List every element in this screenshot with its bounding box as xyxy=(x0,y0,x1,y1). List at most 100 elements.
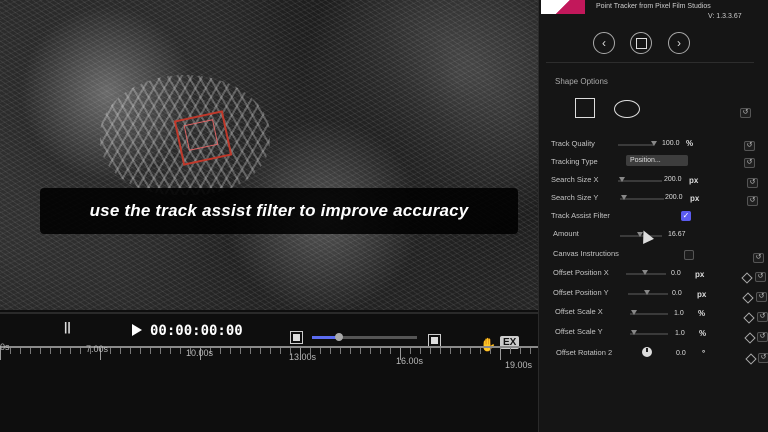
ruler-tick xyxy=(250,348,251,354)
search-size-x-knob[interactable] xyxy=(619,177,625,182)
search-size-x-unit: px xyxy=(689,176,699,185)
ruler-tick xyxy=(150,348,151,354)
amount-value[interactable]: 16.67 xyxy=(668,231,686,238)
section-title: Shape Options xyxy=(555,77,608,86)
reset-icon[interactable]: ↺ xyxy=(740,108,751,118)
ruler-tick xyxy=(160,348,161,354)
play-icon[interactable] xyxy=(132,324,142,336)
ruler-tick xyxy=(460,348,461,354)
ruler-tick xyxy=(500,348,501,360)
ruler-tick xyxy=(470,348,471,354)
track-quality-unit: % xyxy=(686,139,694,148)
ruler-tick xyxy=(390,348,391,354)
offset-position-y-knob[interactable] xyxy=(644,290,650,295)
offset-position-x-value[interactable]: 0.0 xyxy=(671,270,681,277)
offset-rotation-2-unit: ° xyxy=(702,349,706,358)
offset-scale-x-value[interactable]: 1.0 xyxy=(674,310,684,317)
reset-icon[interactable]: ↺ xyxy=(758,353,768,363)
rectangle-shape-button[interactable] xyxy=(575,98,595,118)
ruler-tick xyxy=(430,348,431,354)
reset-icon[interactable]: ↺ xyxy=(755,272,766,282)
track-quality-slider[interactable] xyxy=(618,144,654,146)
reset-icon[interactable]: ↺ xyxy=(747,196,758,206)
stop-button[interactable] xyxy=(630,32,652,54)
reset-icon[interactable]: ↺ xyxy=(744,141,755,151)
search-size-y-knob[interactable] xyxy=(621,195,627,200)
ruler-label: 0s xyxy=(0,342,10,352)
ruler-tick xyxy=(170,348,171,354)
offset-rotation-dial[interactable] xyxy=(642,347,652,357)
offset-position-y-value[interactable]: 0.0 xyxy=(672,290,682,297)
ruler-tick xyxy=(10,348,11,354)
tracking-type-label: Tracking Type xyxy=(551,157,598,166)
time-ruler[interactable]: 0s 7.00s 10.00s 13.00s 16.00s 19.00s xyxy=(0,342,538,432)
next-button[interactable]: › xyxy=(668,32,690,54)
canvas-instructions-checkbox[interactable] xyxy=(684,250,694,260)
ruler-label: 16.00s xyxy=(396,356,424,366)
panel-divider xyxy=(546,62,754,63)
ruler-tick xyxy=(130,348,131,354)
ruler-tick xyxy=(350,348,351,354)
chevron-right-icon: › xyxy=(677,36,681,50)
ruler-tick xyxy=(340,348,341,354)
reset-icon[interactable]: ↺ xyxy=(756,292,767,302)
search-size-x-value[interactable]: 200.0 xyxy=(664,176,682,183)
ruler-tick xyxy=(220,348,221,354)
offset-scale-y-value[interactable]: 1.0 xyxy=(675,330,685,337)
timecode: 00:00:00:00 xyxy=(150,323,243,339)
video-viewer[interactable] xyxy=(0,0,538,310)
ruler-tick xyxy=(20,348,21,354)
zoom-out-button[interactable] xyxy=(290,331,303,344)
offset-position-x-unit: px xyxy=(695,270,705,279)
ruler-tick xyxy=(420,348,421,354)
track-assist-filter-checkbox[interactable]: ✓ xyxy=(681,211,691,221)
search-size-x-label: Search Size X xyxy=(551,175,599,184)
offset-scale-y-unit: % xyxy=(699,329,707,338)
ruler-label: 13.00s xyxy=(289,352,317,362)
offset-scale-y-label: Offset Scale Y xyxy=(555,327,603,336)
ruler-tick xyxy=(30,348,31,354)
reset-icon[interactable]: ↺ xyxy=(757,312,768,322)
reset-icon[interactable]: ↺ xyxy=(757,332,768,342)
ruler-tick xyxy=(270,348,271,354)
ruler-tick xyxy=(240,348,241,354)
offset-rotation-2-label: Offset Rotation 2 xyxy=(556,348,613,357)
ruler-tick xyxy=(440,348,441,354)
amount-label: Amount xyxy=(553,229,579,238)
tracking-type-dropdown[interactable]: Position... xyxy=(626,155,688,166)
ruler-label: 7.00s xyxy=(86,344,109,354)
ruler-tick xyxy=(510,348,511,354)
product-title: Point Tracker from Pixel Film Studios xyxy=(596,3,711,10)
offset-position-y-unit: px xyxy=(697,290,707,299)
ruler-tick xyxy=(480,348,481,354)
search-size-y-unit: px xyxy=(690,194,700,203)
offset-scale-x-unit: % xyxy=(698,309,706,318)
offset-scale-x-label: Offset Scale X xyxy=(555,307,603,316)
prev-button[interactable]: ‹ xyxy=(593,32,615,54)
ruler-tick xyxy=(140,348,141,354)
ruler-tick xyxy=(110,348,111,354)
ruler-label: 10.00s xyxy=(186,348,214,358)
offset-rotation-2-value[interactable]: 0.0 xyxy=(676,350,686,357)
ellipse-shape-button[interactable] xyxy=(614,100,640,118)
offset-scale-x-knob[interactable] xyxy=(631,310,637,315)
search-size-y-value[interactable]: 200.0 xyxy=(665,194,683,201)
timeline-divider xyxy=(0,312,538,314)
ruler-tick xyxy=(370,348,371,354)
square-icon xyxy=(635,37,647,49)
search-size-y-label: Search Size Y xyxy=(551,193,599,202)
pause-marker[interactable]: || xyxy=(64,320,71,334)
ruler-tick xyxy=(520,348,521,354)
track-quality-label: Track Quality xyxy=(551,139,595,148)
ruler-tick xyxy=(70,348,71,354)
track-quality-value[interactable]: 100.0 xyxy=(662,140,680,147)
reset-icon[interactable]: ↺ xyxy=(753,253,764,263)
ruler-tick xyxy=(260,348,261,354)
track-quality-knob[interactable] xyxy=(651,141,657,146)
offset-position-x-knob[interactable] xyxy=(642,270,648,275)
reset-icon[interactable]: ↺ xyxy=(747,178,758,188)
ruler-tick xyxy=(280,348,281,354)
reset-icon[interactable]: ↺ xyxy=(744,158,755,168)
offset-scale-y-knob[interactable] xyxy=(631,330,637,335)
ruler-tick xyxy=(50,348,51,354)
